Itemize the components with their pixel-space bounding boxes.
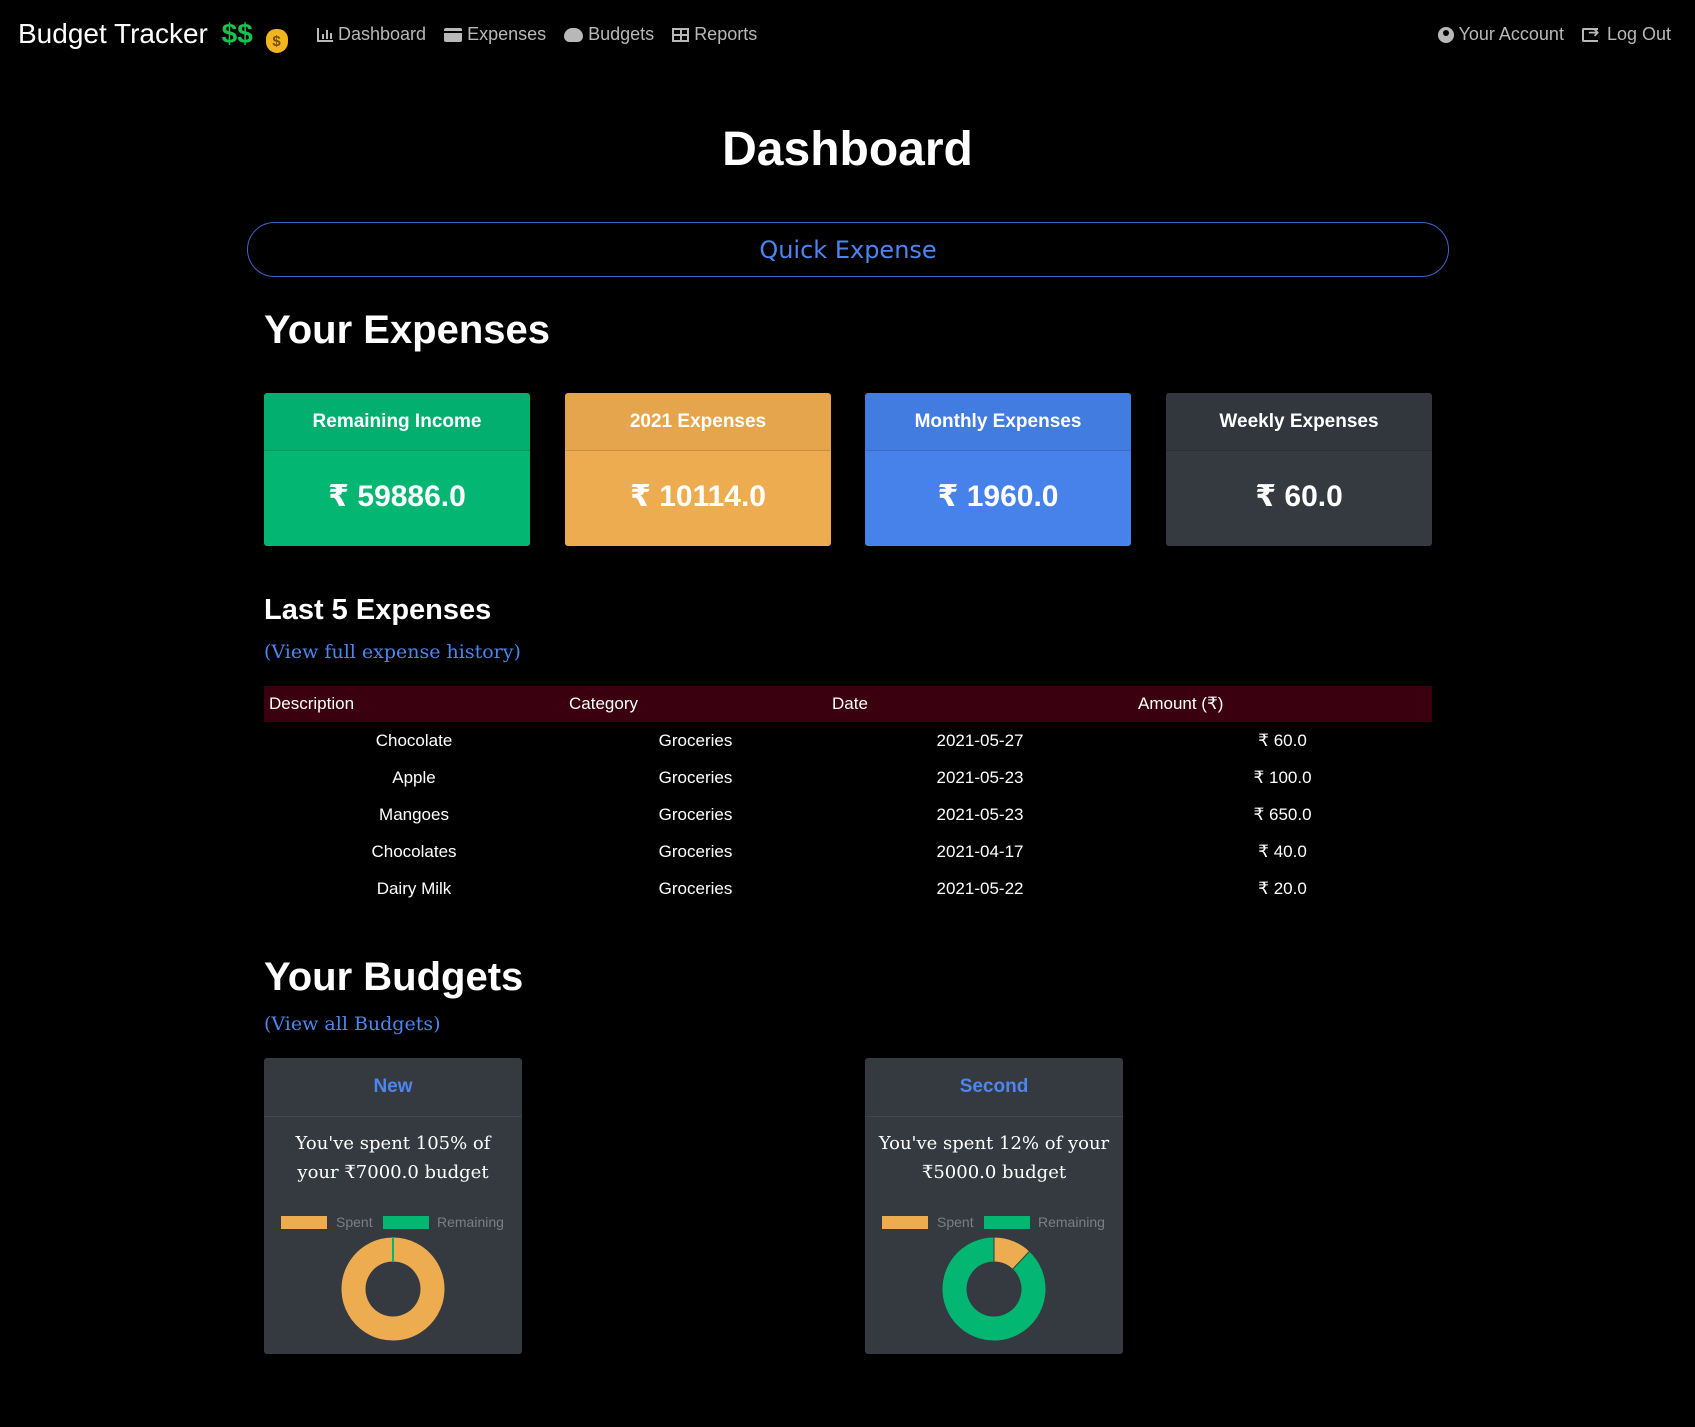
cell-amount: ₹ 100.0: [1253, 767, 1312, 787]
column-header-date: Date: [832, 694, 868, 713]
card-label: Remaining Income: [264, 393, 530, 451]
budget-summary: You've spent 12% of your ₹5000.0 budget: [878, 1133, 1110, 1183]
cell-date: 2021-04-17: [936, 841, 1024, 861]
budget-donut-chart[interactable]: [340, 1236, 446, 1342]
legend-swatch-spent[interactable]: [882, 1216, 928, 1229]
nav-log-out-label: Log Out: [1606, 24, 1671, 44]
navbar: Budget Tracker $$ $ Dashboard Expenses B…: [0, 0, 1695, 72]
last-expenses-title: Last 5 Expenses: [264, 594, 492, 626]
expenses-section-title: Your Expenses: [264, 308, 551, 352]
legend-swatch-spent[interactable]: [281, 1216, 327, 1229]
budget-donut-chart[interactable]: [941, 1236, 1047, 1342]
cell-date: 2021-05-23: [936, 804, 1024, 824]
bar-chart-icon: [317, 27, 333, 42]
nav-account-links: Your Account Log Out: [1437, 24, 1671, 45]
budget-card-second: Second You've spent 12% of your ₹5000.0 …: [865, 1058, 1123, 1354]
money-bag-icon: $: [265, 29, 288, 53]
page-title: Dashboard: [722, 123, 973, 176]
table-icon: [672, 27, 690, 42]
cell-category: Groceries: [658, 730, 733, 750]
wallet-icon: [444, 27, 463, 42]
cell-amount: ₹ 60.0: [1258, 730, 1307, 750]
nav-budgets-label: Budgets: [588, 24, 655, 44]
table-header-row: Description Category Date Amount (₹): [264, 686, 1432, 722]
card-label: Monthly Expenses: [865, 393, 1131, 451]
nav-expenses-label: Expenses: [467, 24, 547, 44]
nav-dashboard-label: Dashboard: [338, 24, 427, 44]
legend-label-remaining: Remaining: [437, 1214, 504, 1230]
nav-reports[interactable]: Reports: [672, 24, 757, 45]
budget-summary: You've spent 105% of your ₹7000.0 budget: [295, 1133, 491, 1183]
nav-your-account-label: Your Account: [1458, 24, 1564, 44]
cell-description: Apple: [392, 767, 436, 787]
card-value: ₹ 10114.0: [630, 480, 766, 513]
card-label: 2021 Expenses: [565, 393, 831, 451]
quick-expense-button[interactable]: Quick Expense: [247, 222, 1449, 277]
table-row: Chocolate Groceries 2021-05-27 ₹ 60.0: [264, 722, 1432, 759]
cell-category: Groceries: [658, 804, 733, 824]
column-header-category: Category: [569, 694, 638, 713]
chart-legend: Spent Remaining: [264, 1212, 522, 1232]
column-header-amount: Amount (₹): [1138, 694, 1224, 713]
legend-label-spent: Spent: [336, 1214, 373, 1230]
view-all-budgets-link[interactable]: (View all Budgets): [264, 1013, 441, 1035]
table-row: Chocolates Groceries 2021-04-17 ₹ 40.0: [264, 833, 1432, 870]
table-row: Mangoes Groceries 2021-05-23 ₹ 650.0: [264, 796, 1432, 833]
cell-category: Groceries: [658, 767, 733, 787]
cell-date: 2021-05-22: [936, 878, 1024, 898]
cell-category: Groceries: [658, 878, 733, 898]
cell-description: Dairy Milk: [376, 878, 452, 898]
remaining-income-card: Remaining Income ₹ 59886.0: [264, 393, 530, 546]
table-row: Dairy Milk Groceries 2021-05-22 ₹ 20.0: [264, 870, 1432, 907]
cell-description: Mangoes: [379, 804, 449, 824]
cell-amount: ₹ 20.0: [1258, 878, 1307, 898]
cell-amount: ₹ 650.0: [1253, 804, 1312, 824]
chart-legend: Spent Remaining: [865, 1212, 1123, 1232]
weekly-expenses-card: Weekly Expenses ₹ 60.0: [1166, 393, 1432, 546]
nav-your-account[interactable]: Your Account: [1437, 24, 1564, 45]
table-row: Apple Groceries 2021-05-23 ₹ 100.0: [264, 759, 1432, 796]
cell-amount: ₹ 40.0: [1258, 841, 1307, 861]
brand-name: Budget Tracker: [18, 18, 208, 49]
view-expense-history-link[interactable]: (View full expense history): [264, 641, 521, 663]
nav-budgets[interactable]: Budgets: [564, 24, 654, 45]
nav-expenses[interactable]: Expenses: [444, 24, 546, 45]
yearly-expenses-card: 2021 Expenses ₹ 10114.0: [565, 393, 831, 546]
cell-date: 2021-05-27: [936, 730, 1024, 750]
legend-swatch-remaining[interactable]: [984, 1216, 1030, 1229]
nav-reports-label: Reports: [694, 24, 758, 44]
cell-description: Chocolate: [375, 730, 453, 750]
budget-name[interactable]: New: [264, 1058, 522, 1117]
nav-dashboard[interactable]: Dashboard: [317, 24, 426, 45]
piggy-bank-icon: [564, 27, 584, 42]
user-circle-icon: [1437, 26, 1454, 43]
last-expenses-table: Description Category Date Amount (₹) Cho…: [264, 686, 1432, 907]
card-value: ₹ 1960.0: [937, 480, 1059, 513]
card-label: Weekly Expenses: [1166, 393, 1432, 451]
brand[interactable]: Budget Tracker $$ $: [18, 18, 288, 53]
budget-card-new: New You've spent 105% of your ₹7000.0 bu…: [264, 1058, 522, 1354]
brand-dollar-symbols: $$: [221, 18, 253, 49]
card-value: ₹ 59886.0: [328, 480, 466, 513]
monthly-expenses-card: Monthly Expenses ₹ 1960.0: [865, 393, 1131, 546]
card-value: ₹ 60.0: [1255, 480, 1343, 513]
nav-log-out[interactable]: Log Out: [1581, 24, 1671, 45]
legend-label-remaining: Remaining: [1038, 1214, 1105, 1230]
budget-name[interactable]: Second: [865, 1058, 1123, 1117]
budgets-section-title: Your Budgets: [264, 955, 524, 999]
column-header-description: Description: [269, 694, 355, 713]
cell-category: Groceries: [658, 841, 733, 861]
nav-links: Dashboard Expenses Budgets Reports: [317, 24, 757, 45]
logout-icon: [1581, 24, 1600, 42]
cell-date: 2021-05-23: [936, 767, 1024, 787]
legend-label-spent: Spent: [937, 1214, 974, 1230]
cell-description: Chocolates: [371, 841, 457, 861]
legend-swatch-remaining[interactable]: [383, 1216, 429, 1229]
